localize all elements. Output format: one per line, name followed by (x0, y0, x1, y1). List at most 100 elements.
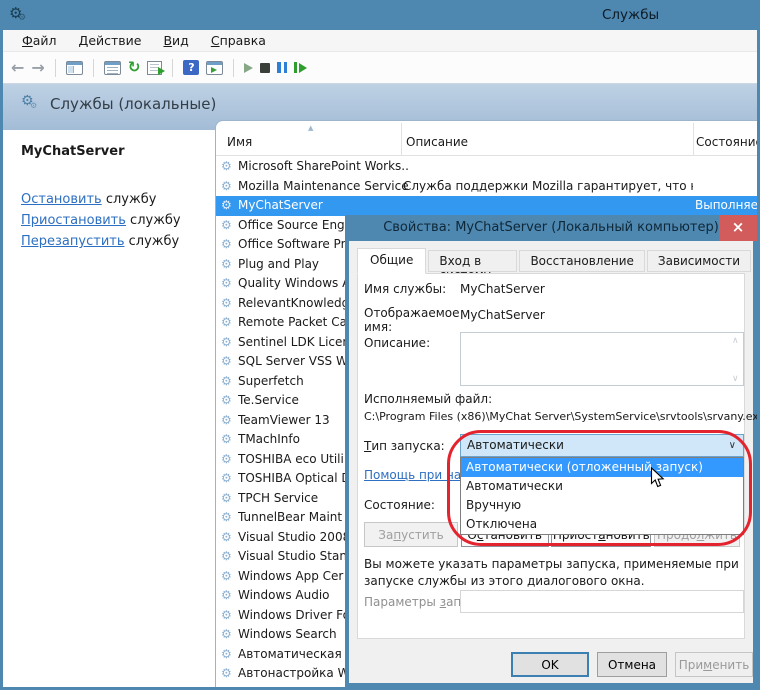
gear-icon: ⚙ (221, 664, 232, 684)
service-name-cell: Microsoft SharePoint Works... (238, 157, 408, 177)
pause-service-icon[interactable] (277, 62, 287, 73)
stop-service-link[interactable]: Остановить (21, 192, 102, 207)
gear-icon: ⚙ (221, 606, 232, 626)
ok-button[interactable]: OK (511, 652, 589, 677)
link-suffix: службу (102, 192, 157, 207)
column-header-description[interactable]: Описание (406, 135, 468, 149)
gear-icon: ⚙ (221, 489, 232, 509)
dialog-footer-buttons: OK Отмена Применить (511, 652, 753, 677)
start-button: Запустить (364, 522, 458, 547)
start-service-icon[interactable] (244, 63, 253, 73)
column-header-status[interactable]: Состояние (696, 135, 757, 149)
restart-service-line: Перезапустить службу (21, 231, 215, 252)
service-name-value: MyChatServer (460, 282, 545, 296)
restart-service-icon[interactable] (294, 62, 307, 73)
gear-icon: ⚙ (221, 352, 232, 372)
tab-general[interactable]: Общие (357, 248, 426, 274)
menu-help[interactable]: Справка (202, 33, 275, 48)
properties-icon[interactable] (104, 61, 121, 75)
gear-icon: ⚙ (221, 547, 232, 567)
link-suffix: службу (126, 213, 181, 228)
menu-view[interactable]: Вид (154, 33, 197, 48)
toolbar-separator (172, 59, 173, 77)
red-highlight-annotation (447, 430, 752, 546)
menu-action[interactable]: Действие (70, 33, 151, 48)
column-header-name[interactable]: Имя (227, 135, 252, 149)
gear-icon: ⚙ (221, 430, 232, 450)
gear-icon: ⚙ (221, 294, 232, 314)
toolbar-separator (233, 59, 234, 77)
column-divider[interactable] (401, 123, 402, 155)
toolbar: ← → ↻ ? (3, 52, 757, 84)
services-gear-icon: ⚙⚙ (21, 93, 34, 109)
startup-params-input (460, 590, 744, 613)
startup-type-label: Тип запуска: (364, 439, 445, 453)
params-hint-text: Вы можете указать параметры запуска, при… (364, 556, 742, 590)
tab-logon[interactable]: Вход в систему (428, 250, 517, 272)
description-field[interactable] (460, 332, 744, 386)
gear-icon: ⚙ (221, 450, 232, 470)
menu-file[interactable]: Файл (13, 33, 66, 48)
column-divider[interactable] (693, 123, 694, 155)
state-label: Состояние: (364, 498, 435, 512)
apply-button: Применить (675, 652, 753, 677)
stop-service-icon[interactable] (260, 63, 270, 73)
scroll-down-icon: ∨ (732, 374, 739, 384)
exe-path: C:\Program Files (x86)\MyChat Server\Sys… (364, 410, 760, 423)
gear-icon: ⚙ (221, 196, 232, 216)
service-name-cell: Mozilla Maintenance Service (238, 177, 408, 197)
gear-icon: ⚙ (221, 411, 232, 431)
gear-icon: ⚙ (221, 177, 232, 197)
gear-icon: ⚙ (221, 274, 232, 294)
link-suffix: службу (125, 234, 180, 249)
close-icon[interactable]: × (719, 215, 757, 241)
service-name-label: Имя службы: (364, 282, 446, 296)
window-border-left (0, 0, 3, 690)
gear-icon: ⚙ (221, 528, 232, 548)
service-status-cell: Выполняется (695, 196, 757, 216)
toolbar-separator (55, 59, 56, 77)
gear-icon: ⚙ (221, 333, 232, 353)
action-pane-icon[interactable] (206, 61, 223, 75)
console-tree-icon[interactable] (66, 61, 83, 75)
selected-service-name: MyChatServer (21, 144, 215, 159)
gear-icon: ⚙ (221, 645, 232, 665)
window-titlebar: ⚙⚙ Службы (0, 0, 760, 30)
dialog-title: Свойства: MyChatServer (Локальный компью… (383, 220, 719, 235)
gear-icon: ⚙ (221, 157, 232, 177)
stop-service-line: Остановить службу (21, 189, 215, 210)
refresh-icon[interactable]: ↻ (128, 60, 141, 75)
sort-ascending-icon: ▲ (308, 124, 313, 132)
dialog-tabs: Общие Вход в систему Восстановление Зави… (357, 247, 753, 273)
scroll-up-icon: ∧ (732, 336, 739, 346)
display-name-value: MyChatServer (460, 308, 545, 322)
services-mmc-window: ⚙⚙ Службы Файл Действие Вид Справка ← → … (0, 0, 760, 690)
forward-icon[interactable]: → (31, 60, 44, 76)
extended-view-pane: MyChatServer Остановить службу Приостано… (3, 130, 215, 687)
pause-service-link[interactable]: Приостановить (21, 213, 126, 228)
window-title: Службы (602, 0, 659, 30)
gear-icon: ⚙ (221, 391, 232, 411)
banner-title: Службы (локальные) (50, 95, 216, 113)
help-icon[interactable]: ? (183, 60, 199, 75)
gear-icon: ⚙ (221, 313, 232, 333)
export-list-icon[interactable] (147, 61, 162, 75)
service-name-cell: MyChatServer (238, 196, 408, 216)
gear-icon: ⚙ (221, 625, 232, 645)
dialog-titlebar: Свойства: MyChatServer (Локальный компью… (349, 215, 753, 241)
back-icon[interactable]: ← (11, 60, 24, 76)
service-row-selected[interactable]: ⚙ MyChatServer Выполняется (216, 196, 757, 216)
gear-icon: ⚙ (221, 567, 232, 587)
restart-service-link[interactable]: Перезапустить (21, 234, 125, 249)
service-row[interactable]: ⚙ Mozilla Maintenance ServiceСлужба подде… (216, 177, 757, 197)
exe-label: Исполняемый файл: (364, 392, 492, 406)
toolbar-separator (93, 59, 94, 77)
services-app-icon: ⚙⚙ (9, 4, 22, 22)
service-desc-cell: Служба поддержки Mozilla гарантирует, чт… (403, 177, 693, 197)
service-row[interactable]: ⚙ Microsoft SharePoint Works... (216, 157, 757, 177)
cancel-button[interactable]: Отмена (597, 652, 667, 677)
tab-dependencies[interactable]: Зависимости (647, 250, 751, 272)
tab-recovery[interactable]: Восстановление (519, 250, 644, 272)
menu-bar: Файл Действие Вид Справка (3, 30, 757, 52)
pause-service-line: Приостановить службу (21, 210, 215, 231)
